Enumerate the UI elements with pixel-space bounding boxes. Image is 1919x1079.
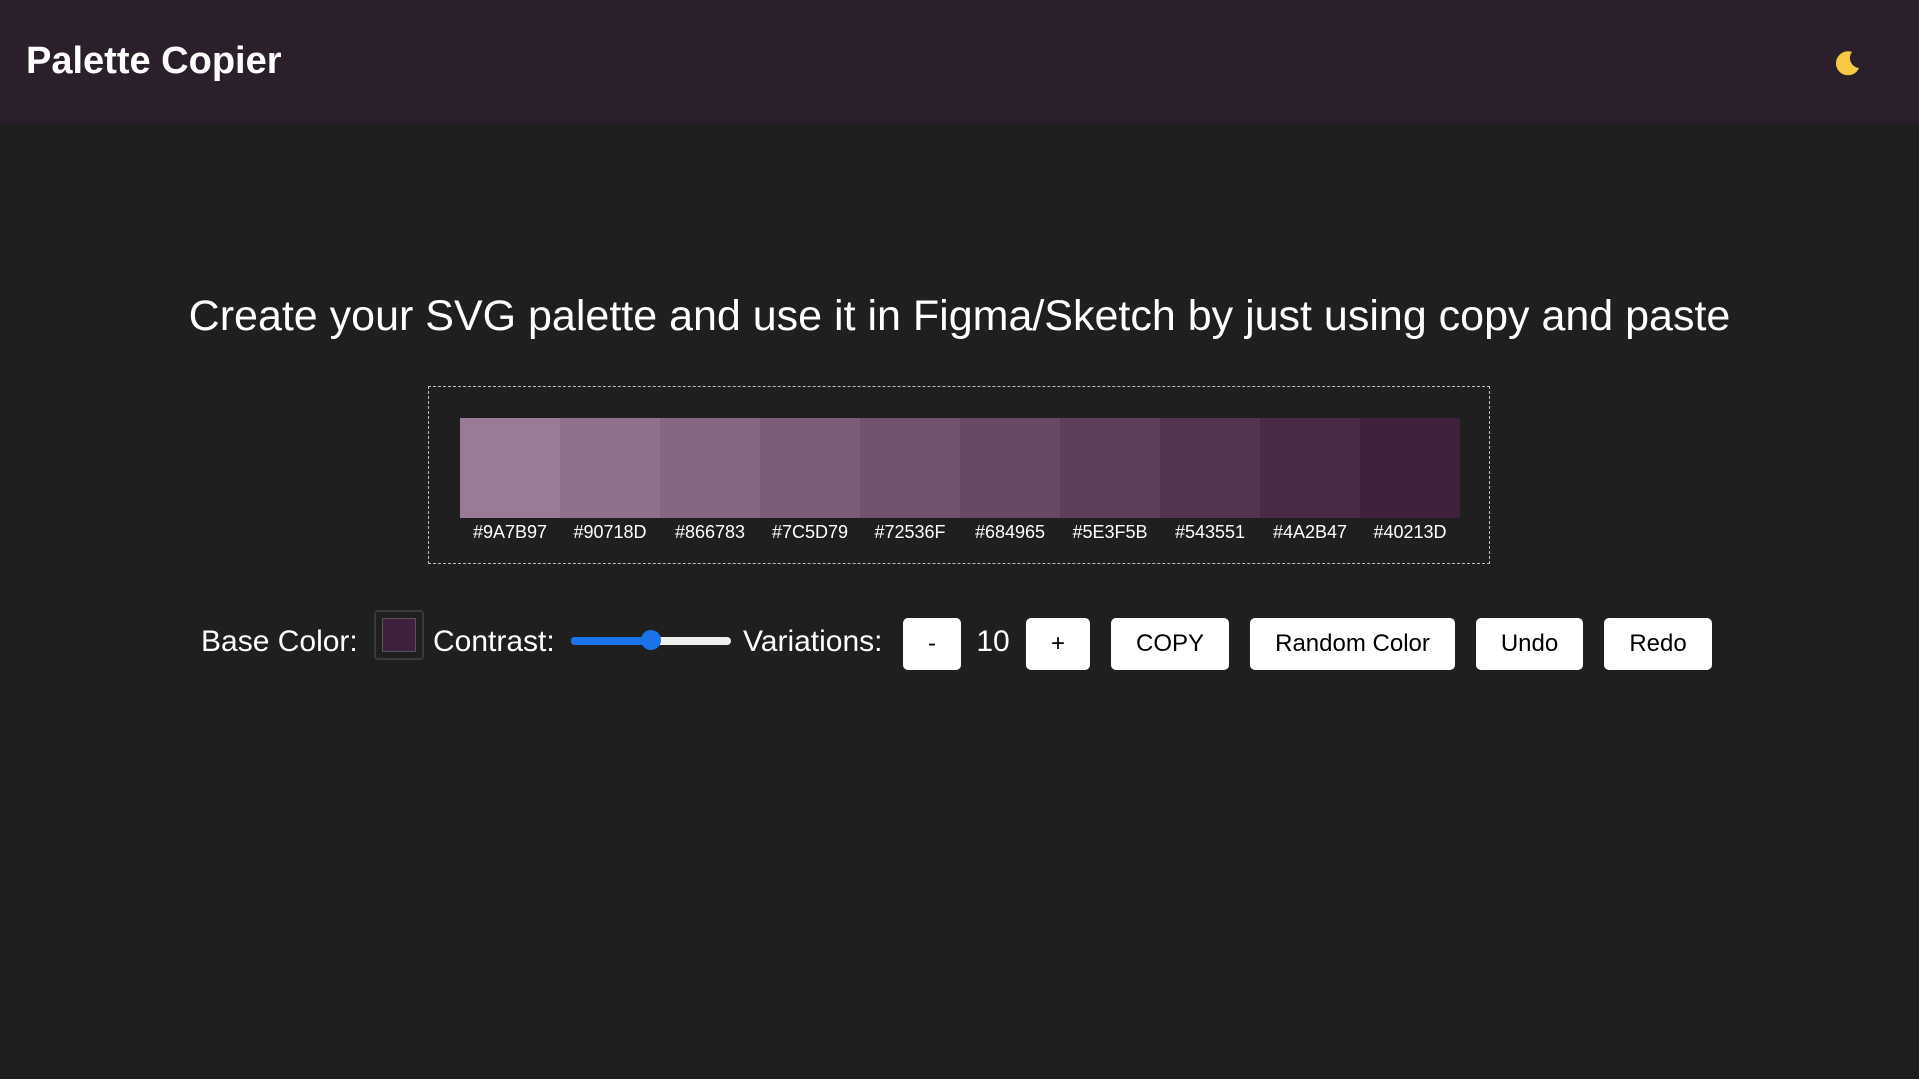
slider-fill (571, 637, 651, 645)
color-swatch[interactable]: #4A2B47 (1260, 418, 1360, 542)
base-color-picker[interactable] (374, 610, 424, 660)
decrement-variations-button[interactable]: - (903, 618, 961, 670)
swatch-hex-label: #90718D (573, 522, 647, 542)
controls-bar: Base Color: Contrast: Variations: - 10 +… (0, 608, 1919, 674)
swatch-hex-label: #5E3F5B (1072, 522, 1148, 542)
swatch-hex-label: #7C5D79 (771, 522, 849, 542)
contrast-slider[interactable] (571, 630, 731, 650)
color-swatch[interactable]: #684965 (960, 418, 1060, 542)
swatch-hex-label: #40213D (1373, 522, 1447, 542)
app-header: Palette Copier (0, 0, 1919, 123)
color-swatch[interactable]: #90718D (560, 418, 660, 542)
color-swatch[interactable]: #40213D (1360, 418, 1460, 542)
variations-label: Variations: (743, 625, 883, 658)
contrast-label: Contrast: (433, 625, 555, 658)
page-headline: Create your SVG palette and use it in Fi… (188, 292, 1731, 340)
redo-button[interactable]: Redo (1604, 618, 1712, 670)
app-title: Palette Copier (26, 40, 282, 82)
copy-button[interactable]: COPY (1111, 618, 1229, 670)
base-color-label: Base Color: (201, 625, 358, 658)
base-color-preview (382, 618, 416, 652)
color-swatch[interactable]: #543551 (1160, 418, 1260, 542)
color-swatch[interactable]: #7C5D79 (760, 418, 860, 542)
swatch-strip: #9A7B97 #90718D #866783 #7C5D79 #72536F #6849… (460, 418, 1460, 542)
color-swatch[interactable]: #72536F (860, 418, 960, 542)
palette-preview: #9A7B97 #90718D #866783 #7C5D79 #72536F #6849… (428, 386, 1490, 564)
color-swatch[interactable]: #5E3F5B (1060, 418, 1160, 542)
swatch-hex-label: #4A2B47 (1272, 522, 1348, 542)
color-swatch[interactable]: #866783 (660, 418, 760, 542)
swatch-hex-label: #684965 (974, 522, 1046, 542)
random-color-button[interactable]: Random Color (1250, 618, 1455, 670)
slider-thumb[interactable] (641, 630, 661, 650)
color-swatch[interactable]: #9A7B97 (460, 418, 560, 542)
swatch-hex-label: #72536F (874, 522, 946, 542)
swatch-hex-label: #866783 (674, 522, 746, 542)
undo-button[interactable]: Undo (1476, 618, 1583, 670)
swatch-hex-label: #9A7B97 (472, 522, 548, 542)
swatch-hex-label: #543551 (1174, 522, 1246, 542)
crescent-moon-icon (1835, 51, 1859, 76)
increment-variations-button[interactable]: + (1026, 618, 1090, 670)
theme-toggle-button[interactable] (1830, 46, 1864, 80)
variations-count: 10 (976, 625, 1010, 658)
